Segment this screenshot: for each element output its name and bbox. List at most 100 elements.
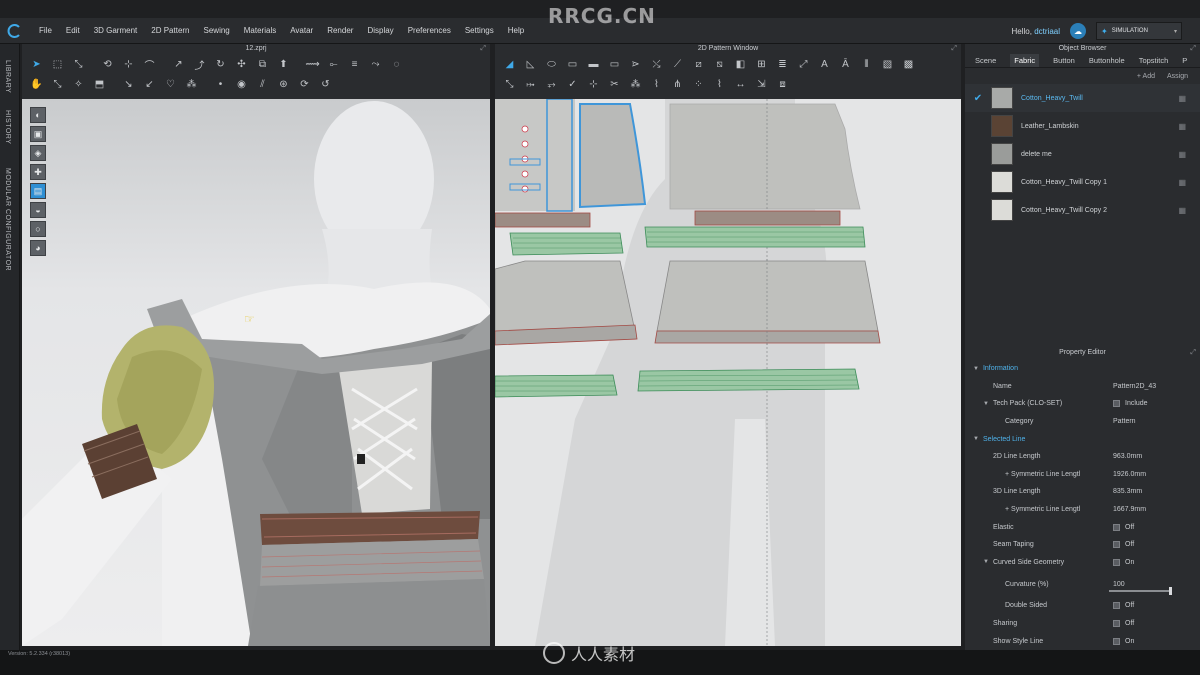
add-fabric-button[interactable]: + Add (1137, 73, 1155, 80)
topstitch-tool-icon[interactable]: ⤳ (367, 56, 384, 72)
tab-topstitch[interactable]: Topstitch (1139, 56, 1169, 65)
uv-tool-icon[interactable]: ▩ (900, 56, 917, 72)
library-tab[interactable]: LIBRARY (4, 60, 11, 93)
display-lighting-icon[interactable]: ◒ (30, 202, 46, 218)
viewport-3d[interactable]: ☞ ◐ ▣ ◈ ✚ ▤ ◒ ○ ◕ (22, 99, 490, 646)
edit-curvature-icon[interactable]: ⬭ (543, 56, 560, 72)
measure-tool-icon[interactable]: ↗ (170, 56, 187, 72)
fabric-list-item[interactable]: Leather_Lambskin ▦ (965, 112, 1200, 140)
curve-tool-icon[interactable]: ↙ (141, 76, 158, 92)
tab-buttonhole[interactable]: Buttonhole (1089, 56, 1125, 65)
display-avatar-icon[interactable]: ◐ (30, 107, 46, 123)
maximize-icon[interactable]: ⤢ (1190, 44, 1196, 54)
circle-tool-icon[interactable]: ◉ (233, 76, 250, 92)
checkbox[interactable] (1113, 541, 1120, 549)
lasso-tool-icon[interactable]: ◌ (388, 56, 405, 72)
tack-tool-icon[interactable]: ⟲ (99, 56, 116, 72)
property-value[interactable]: Pattern (1113, 418, 1136, 425)
notch-tool-icon[interactable]: ⋔ (669, 76, 686, 92)
pin-pattern-icon[interactable]: ⊹ (585, 76, 602, 92)
menu-3d-garment[interactable]: 3D Garment (87, 26, 145, 35)
grid-2d-icon[interactable]: ⁂ (627, 76, 644, 92)
fabric-options-icon[interactable]: ▦ (1178, 150, 1186, 159)
trace-arrow-icon[interactable]: ⤢ (795, 56, 812, 72)
pin-tool-icon[interactable]: ⊹ (120, 56, 137, 72)
display-texture-icon[interactable]: ◈ (30, 145, 46, 161)
property-value[interactable]: Off (1113, 620, 1134, 628)
fold-tool-icon[interactable]: ⌒ (141, 56, 158, 72)
arrangement-tool-icon[interactable]: ⤡ (49, 76, 66, 92)
transform-pattern-icon[interactable]: ◢ (501, 56, 518, 72)
slider-handle[interactable] (1169, 587, 1172, 596)
check-sew-icon[interactable]: ✓ (564, 76, 581, 92)
checkbox[interactable] (1113, 602, 1120, 610)
modular-configurator-tab[interactable]: MODULAR CONFIGURATOR (4, 168, 11, 271)
fabric-list-item[interactable]: Cotton_Heavy_Twill Copy 1 ▦ (965, 168, 1200, 196)
tab-scene[interactable]: Scene (975, 56, 996, 65)
grading-tool-icon[interactable]: ⦀ (858, 56, 875, 72)
property-value[interactable]: Include (1113, 400, 1148, 408)
expand-triangle-icon[interactable]: ▼ (983, 559, 989, 565)
dart-tool-icon[interactable]: ⋗ (627, 56, 644, 72)
fabric-options-icon[interactable]: ▦ (1178, 178, 1186, 187)
expand-triangle-icon[interactable]: ▼ (983, 401, 989, 407)
rectangle-tool-icon[interactable]: ▬ (585, 56, 602, 72)
menu-edit[interactable]: Edit (59, 26, 87, 35)
menu-materials[interactable]: Materials (237, 26, 283, 35)
zipper-tool-icon[interactable]: ⧉ (254, 56, 271, 72)
maximize-icon[interactable]: ⤢ (951, 44, 957, 54)
history-tab[interactable]: HISTORY (4, 110, 11, 144)
select-mesh-tool-icon[interactable]: ⬚ (49, 56, 66, 72)
pleat-tool-icon[interactable]: ⊞ (753, 56, 770, 72)
expand-triangle-icon[interactable]: ▼ (973, 366, 979, 372)
property-value[interactable]: 963.0mm (1113, 453, 1142, 460)
stitch-tool-icon[interactable]: ⁘ (690, 76, 707, 92)
heart-tool-icon[interactable]: ♡ (162, 76, 179, 92)
cycle-tool-icon[interactable]: ↺ (317, 76, 334, 92)
cut-pattern-icon[interactable]: ✂ (606, 76, 623, 92)
refresh-tool-icon[interactable]: ⟳ (296, 76, 313, 92)
display-stress-icon[interactable]: ✚ (30, 164, 46, 180)
pose-tool-icon[interactable]: ✧ (70, 76, 87, 92)
line-tool-icon[interactable]: ↘ (120, 76, 137, 92)
edit-pattern-icon[interactable]: ◺ (522, 56, 539, 72)
property-value[interactable]: Off (1113, 602, 1134, 610)
needle-tool-icon[interactable]: ⫽ (254, 76, 271, 92)
menu-settings[interactable]: Settings (458, 26, 501, 35)
sewing-tool-icon[interactable]: ⤡ (501, 76, 518, 92)
transform-tool-icon[interactable]: ⤡ (70, 56, 87, 72)
select-move-tool-icon[interactable]: ➤ (28, 56, 45, 72)
property-value[interactable]: 1667.9mm (1113, 506, 1146, 513)
display-fit-map-icon[interactable]: ○ (30, 221, 46, 237)
texture-tool-icon[interactable]: ▧ (879, 56, 896, 72)
property-value[interactable]: On (1113, 637, 1134, 645)
free-sew-icon[interactable]: ⧅ (711, 56, 728, 72)
maximize-icon[interactable]: ⤢ (1190, 348, 1196, 358)
polygon-tool-icon[interactable]: ▭ (564, 56, 581, 72)
checkbox[interactable] (1113, 637, 1120, 645)
viewport-2d-pattern[interactable] (495, 99, 961, 646)
m-n-sew-icon[interactable]: ⥅ (543, 76, 560, 92)
property-value[interactable]: 100 (1113, 581, 1125, 588)
seam-allowance-icon[interactable]: ⌇ (648, 76, 665, 92)
username[interactable]: dctriaal (1034, 27, 1060, 36)
trace-tool-icon[interactable]: ⤯ (648, 56, 665, 72)
expand-triangle-icon[interactable]: ▼ (973, 436, 979, 442)
fabric-list-item[interactable]: Cotton_Heavy_Twill Copy 2 ▦ (965, 196, 1200, 224)
fabric-options-icon[interactable]: ▦ (1178, 206, 1186, 215)
clo-set-icon[interactable]: ☁ (1070, 23, 1086, 39)
zigzag-tool-icon[interactable]: ⌇ (711, 76, 728, 92)
menu-display[interactable]: Display (360, 26, 400, 35)
fabric-options-icon[interactable]: ▦ (1178, 94, 1186, 103)
grid-tool-icon[interactable]: ⁂ (183, 76, 200, 92)
avatar-tool-icon[interactable]: ✋ (28, 76, 45, 92)
property-value[interactable]: 1926.0mm (1113, 471, 1146, 478)
segment-sew-icon[interactable]: ⧄ (690, 56, 707, 72)
point-tool-icon[interactable]: • (212, 76, 229, 92)
mirror-tool-icon[interactable]: ⧈ (774, 76, 791, 92)
menu-2d-pattern[interactable]: 2D Pattern (144, 26, 196, 35)
fabric-options-icon[interactable]: ▦ (1178, 122, 1186, 131)
display-view-icon[interactable]: ◕ (30, 240, 46, 256)
puck-tool-icon[interactable]: ⊛ (275, 76, 292, 92)
property-value[interactable]: 835.3mm (1113, 488, 1142, 495)
